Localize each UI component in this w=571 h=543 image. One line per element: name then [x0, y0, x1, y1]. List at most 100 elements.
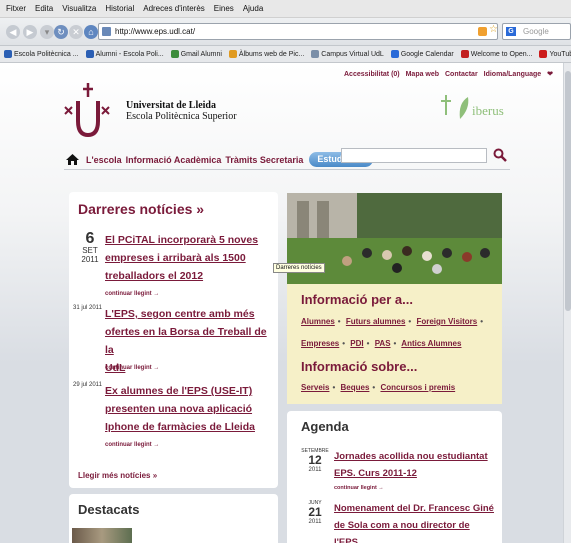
- continue-reading-link[interactable]: continuar llegint →: [105, 365, 159, 371]
- iberus-logo[interactable]: iberus: [428, 93, 508, 125]
- info-card: Informació per a... Alumnes • Futurs alum…: [287, 284, 502, 404]
- nav-informacio-academica[interactable]: Informació Acadèmica: [126, 155, 222, 165]
- link-empreses[interactable]: Empreses: [301, 339, 339, 348]
- agenda-headline[interactable]: Nomenament del Dr. Francesc Giné de Sola…: [334, 500, 494, 543]
- agenda-day: 12: [308, 453, 322, 467]
- menu-bookmarks[interactable]: Adreces d'interès: [143, 4, 205, 13]
- bookmark-label: Àlbums web de Pic...: [238, 50, 305, 58]
- headline-line: L'EPS, segon centre amb més: [105, 308, 255, 320]
- link-pas[interactable]: PAS: [375, 339, 391, 348]
- nav-tramits-secretaria[interactable]: Tràmits Secretaria: [225, 155, 303, 165]
- link-foreign-visitors[interactable]: Foreign Visitors: [416, 317, 477, 326]
- bookmark-label: Campus Virtual UdL: [321, 50, 384, 58]
- link-concursos[interactable]: Concursos i premis: [380, 383, 455, 392]
- bookmark-star-icon[interactable]: ☆: [489, 24, 498, 35]
- nav-escola[interactable]: L'escola: [86, 155, 122, 165]
- more-news-link[interactable]: Llegir més notícies »: [78, 471, 157, 480]
- link-alumnes[interactable]: Alumnes: [301, 317, 335, 326]
- bookmark-item[interactable]: Escola Politècnica ...: [4, 50, 79, 58]
- agenda-continue-link[interactable]: continuar llegint →: [334, 485, 384, 491]
- link-beques[interactable]: Beques: [341, 383, 370, 392]
- agenda-headline[interactable]: Jornades acollida nou estudiantat EPS. C…: [334, 448, 494, 482]
- separator: •: [480, 317, 484, 326]
- site-favicon-icon: [102, 27, 111, 36]
- news-date: 29 jul 2011: [73, 382, 102, 388]
- separator: •: [408, 317, 412, 326]
- menu-history[interactable]: Historial: [105, 4, 134, 13]
- browser-search-input[interactable]: G Google: [502, 23, 571, 40]
- rss-icon[interactable]: [478, 27, 487, 36]
- logo-text: Universitat de Lleida Escola Politècnica…: [126, 100, 237, 122]
- destacats-card: Destacats: [69, 494, 278, 543]
- destacats-thumbnail[interactable]: [72, 528, 132, 543]
- bookmark-label: Google Calendar: [400, 50, 454, 58]
- news-date: 31 jul 2011: [73, 305, 102, 311]
- headline-line: treballadors el 2012: [105, 270, 204, 282]
- link-language[interactable]: Idioma/Language: [484, 71, 542, 78]
- agenda-day: 21: [308, 505, 322, 519]
- stop-icon[interactable]: ✕: [69, 25, 83, 39]
- bookmarks-bar: Escola Politècnica ... Alumni - Escola Po…: [0, 46, 571, 63]
- headline-line: empreses i arribarà als 1500: [105, 252, 246, 264]
- agenda-date: JUNY 21 2011: [301, 500, 329, 526]
- news-headline[interactable]: Ex alumnes de l'EPS (USE-IT) presenten u…: [105, 382, 275, 436]
- agenda-heading: Agenda: [301, 419, 349, 434]
- bookmark-label: Escola Politècnica ...: [14, 50, 79, 58]
- back-icon[interactable]: ◀: [6, 25, 20, 39]
- search-icon[interactable]: [493, 148, 507, 162]
- news-year: 2011: [81, 255, 99, 264]
- bookmark-item[interactable]: Campus Virtual UdL: [311, 50, 384, 58]
- home-icon[interactable]: [66, 154, 79, 165]
- youtube-icon: [539, 50, 548, 58]
- news-date: 6 SET 2011: [76, 230, 104, 265]
- continue-reading-link[interactable]: continuar llegint →: [105, 442, 159, 448]
- bookmark-label: Alumni - Escola Poli...: [95, 50, 164, 58]
- news-headline[interactable]: El PCiTAL incorporarà 5 noves empreses i…: [105, 231, 275, 285]
- link-accessibility[interactable]: Accessibilitat (0): [344, 71, 400, 78]
- home-button-icon[interactable]: ⌂: [84, 25, 98, 39]
- menu-help[interactable]: Ajuda: [243, 4, 263, 13]
- dropdown-icon[interactable]: ▾: [40, 25, 54, 39]
- agenda-line: de Sola com a nou director de l'EPS: [334, 520, 470, 543]
- main-navigation: L'escola Informació Acadèmica Tràmits Se…: [66, 152, 377, 167]
- agenda-line: Jornades acollida nou estudiantat: [334, 451, 488, 462]
- menu-tools[interactable]: Eines: [214, 4, 234, 13]
- news-card: Darreres notícies » 6 SET 2011 El PCiTAL…: [69, 192, 278, 488]
- headline-line: Ex alumnes de l'EPS (USE-IT): [105, 385, 253, 397]
- menu-file[interactable]: Fitxer: [6, 4, 26, 13]
- menu-view[interactable]: Visualitza: [62, 4, 96, 13]
- link-contact[interactable]: Contactar: [445, 71, 478, 78]
- reload-icon[interactable]: ↻: [54, 25, 68, 39]
- headline-line: presenten una nova aplicació: [105, 403, 253, 415]
- destacats-heading: Destacats: [78, 502, 140, 517]
- news-day: 6: [85, 230, 95, 247]
- continue-reading-link[interactable]: continuar llegint →: [105, 291, 159, 297]
- info-sobre-links: Serveis • Beques • Concursos i premis: [301, 377, 497, 399]
- bookmark-item[interactable]: Welcome to Open...: [460, 50, 532, 58]
- page-scrollbar[interactable]: [563, 63, 571, 543]
- bookmark-item[interactable]: Alumni - Escola Poli...: [85, 50, 164, 58]
- site-search-input[interactable]: [341, 148, 487, 163]
- utility-links: Accessibilitat (0) Mapa web Contactar Id…: [344, 70, 557, 78]
- link-sitemap[interactable]: Mapa web: [406, 71, 439, 78]
- menu-edit[interactable]: Edita: [35, 4, 53, 13]
- agenda-line: EPS. Curs 2011-12: [334, 468, 417, 479]
- forward-icon[interactable]: ▶: [23, 25, 37, 39]
- link-serveis[interactable]: Serveis: [301, 383, 329, 392]
- bookmark-item[interactable]: Google Calendar: [390, 50, 454, 58]
- udl-logo[interactable]: [62, 81, 112, 139]
- agenda-year: 2011: [308, 519, 322, 525]
- bookmark-item[interactable]: YouTube - Most vie...: [539, 50, 571, 58]
- link-futurs-alumnes[interactable]: Futurs alumnes: [346, 317, 406, 326]
- picasa-icon: [228, 50, 237, 58]
- bookmark-item[interactable]: Gmail Alumni: [170, 50, 222, 58]
- bookmark-label: Gmail Alumni: [180, 50, 222, 58]
- scrollbar-thumb[interactable]: [565, 71, 571, 311]
- agenda-date: SETEMBRE 12 2011: [301, 448, 329, 474]
- news-heading[interactable]: Darreres notícies »: [78, 201, 204, 217]
- agenda-year: 2011: [308, 467, 322, 473]
- address-bar[interactable]: http://www.eps.udl.cat/: [98, 23, 498, 40]
- link-antics-alumnes[interactable]: Antics Alumnes: [401, 339, 461, 348]
- link-pdi[interactable]: PDI: [350, 339, 363, 348]
- bookmark-item[interactable]: Àlbums web de Pic...: [228, 50, 305, 58]
